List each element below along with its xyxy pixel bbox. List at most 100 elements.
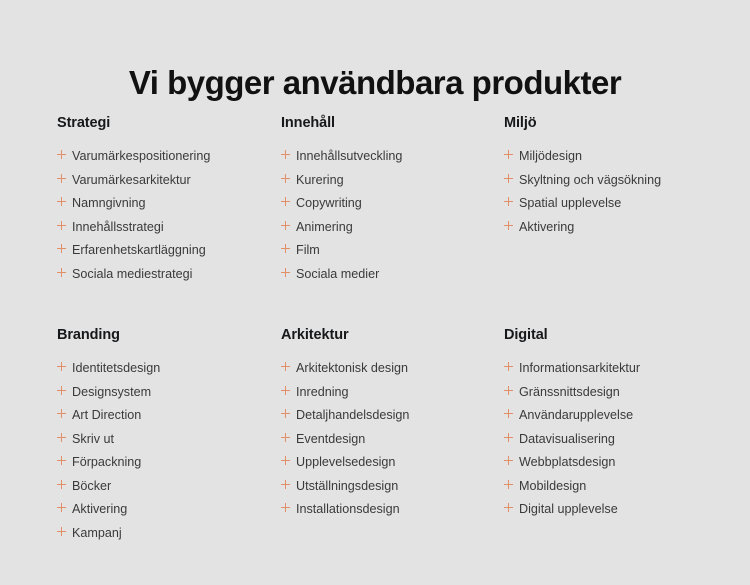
plus-icon [281, 503, 290, 512]
list-item-label: Mobildesign [519, 478, 587, 493]
plus-icon [281, 362, 290, 371]
service-group: Miljö Miljödesign Skyltning och vägsökning… [504, 114, 697, 291]
list-item-label: Copywriting [296, 196, 362, 210]
list-item[interactable]: Aktivering [504, 220, 697, 234]
list-item-label: Spatial upplevelse [519, 196, 622, 210]
plus-icon [504, 197, 513, 206]
list-item-label: Gränssnittsdesign [519, 384, 620, 399]
plus-icon [57, 526, 66, 536]
list-item[interactable]: Mobildesign [504, 478, 697, 493]
list-item-label: Aktivering [72, 502, 128, 516]
list-item[interactable]: Aktivering [57, 503, 281, 516]
service-group-title: Arkitektur [281, 327, 349, 343]
list-item[interactable]: Användarupplevelse [504, 409, 697, 422]
list-item[interactable]: Detaljhandelsdesign [281, 409, 504, 422]
plus-icon [281, 267, 290, 277]
plus-icon [57, 267, 66, 277]
service-group: Arkitektur Arkitektonisk design Inredning D… [281, 291, 504, 550]
list-item[interactable]: Sociala mediestrategi [57, 267, 281, 281]
service-group-title: Branding [57, 327, 120, 343]
service-list: Innehållsutveckling Kurering Copywriting An… [281, 150, 504, 281]
plus-icon [281, 197, 290, 206]
list-item[interactable]: Film [281, 244, 504, 257]
list-item-label: Skyltning och vägsökning [519, 172, 662, 187]
plus-icon [504, 503, 513, 512]
list-item-label: Kurering [296, 172, 344, 187]
list-item-label: Varumärkesarkitektur [72, 172, 191, 187]
list-item[interactable]: Erfarenhetskartläggning [57, 244, 281, 257]
plus-icon [504, 385, 513, 395]
list-item[interactable]: Förpackning [57, 456, 281, 469]
list-item-label: Art Direction [72, 408, 142, 422]
list-item[interactable]: Identitetsdesign [57, 362, 281, 375]
list-item[interactable]: Innehållsutveckling [281, 150, 504, 163]
list-item[interactable]: Animering [281, 220, 504, 234]
list-item-label: Digital upplevelse [519, 502, 618, 516]
list-item[interactable]: Miljödesign [504, 150, 697, 163]
list-item[interactable]: Varumärkespositionering [57, 150, 281, 163]
list-item[interactable]: Skriv ut [57, 432, 281, 446]
service-groups-grid: Strategi Varumärkespositionering Varumärke… [57, 114, 697, 550]
plus-icon [281, 173, 290, 183]
list-item-label: Innehållsutveckling [296, 149, 403, 163]
list-item-label: Erfarenhetskartläggning [72, 243, 206, 257]
list-item[interactable]: Sociala medier [281, 267, 504, 281]
list-item-label: Arkitektonisk design [296, 361, 408, 375]
list-item-label: Upplevelsedesign [296, 455, 396, 469]
page-title: Vi bygger användbara produkter [128, 64, 622, 102]
plus-icon [57, 150, 66, 159]
plus-icon [504, 173, 513, 183]
list-item-label: Utställningsdesign [296, 478, 399, 493]
list-item[interactable]: Copywriting [281, 197, 504, 210]
list-item[interactable]: Böcker [57, 479, 281, 493]
plus-icon [57, 173, 66, 183]
list-item[interactable]: Kampanj [57, 526, 281, 540]
list-item[interactable]: Designsystem [57, 384, 281, 399]
list-item[interactable]: Utställningsdesign [281, 478, 504, 493]
plus-icon [504, 479, 513, 489]
service-list: Arkitektonisk design Inredning Detaljhande… [281, 362, 504, 516]
list-item[interactable]: Kurering [281, 172, 504, 187]
plus-icon [57, 479, 66, 489]
list-item[interactable]: Gränssnittsdesign [504, 384, 697, 399]
list-item[interactable]: Informationsarkitektur [504, 362, 697, 375]
list-item-label: Förpackning [72, 455, 142, 469]
list-item-label: Detaljhandelsdesign [296, 408, 410, 422]
list-item-label: Inredning [296, 384, 349, 399]
service-group-title: Digital [504, 327, 548, 343]
plus-icon [57, 409, 66, 418]
list-item[interactable]: Digital upplevelse [504, 503, 697, 516]
plus-icon [281, 220, 290, 230]
service-group-title: Miljö [504, 115, 537, 131]
list-item-label: Innehållsstrategi [72, 219, 164, 234]
list-item[interactable]: Upplevelsedesign [281, 456, 504, 469]
plus-icon [281, 244, 290, 253]
plus-icon [57, 456, 66, 465]
list-item[interactable]: Datavisualisering [504, 431, 697, 446]
list-item[interactable]: Arkitektonisk design [281, 362, 504, 375]
plus-icon [57, 432, 66, 442]
list-item[interactable]: Innehållsstrategi [57, 219, 281, 234]
list-item[interactable]: Spatial upplevelse [504, 197, 697, 210]
service-list: Varumärkespositionering Varumärkesarkitek… [57, 150, 281, 281]
list-item[interactable]: Eventdesign [281, 431, 504, 446]
list-item[interactable]: Art Direction [57, 409, 281, 422]
plus-icon [504, 150, 513, 159]
list-item[interactable]: Inredning [281, 384, 504, 399]
list-item-label: Miljödesign [519, 149, 582, 163]
list-item-label: Användarupplevelse [519, 408, 634, 422]
list-item-label: Eventdesign [296, 431, 366, 446]
plus-icon [504, 362, 513, 371]
list-item-label: Datavisualisering [519, 431, 615, 446]
list-item[interactable]: Installationsdesign [281, 503, 504, 516]
list-item-label: Webbplatsdesign [519, 455, 616, 469]
plus-icon [57, 362, 66, 371]
service-group: Strategi Varumärkespositionering Varumärke… [57, 114, 281, 291]
list-item[interactable]: Varumärkesarkitektur [57, 172, 281, 187]
list-item-label: Designsystem [72, 384, 152, 399]
plus-icon [504, 432, 513, 442]
service-list: Informationsarkitektur Gränssnittsdesign A… [504, 362, 697, 516]
list-item[interactable]: Webbplatsdesign [504, 456, 697, 469]
list-item[interactable]: Namngivning [57, 197, 281, 210]
list-item[interactable]: Skyltning och vägsökning [504, 172, 697, 187]
